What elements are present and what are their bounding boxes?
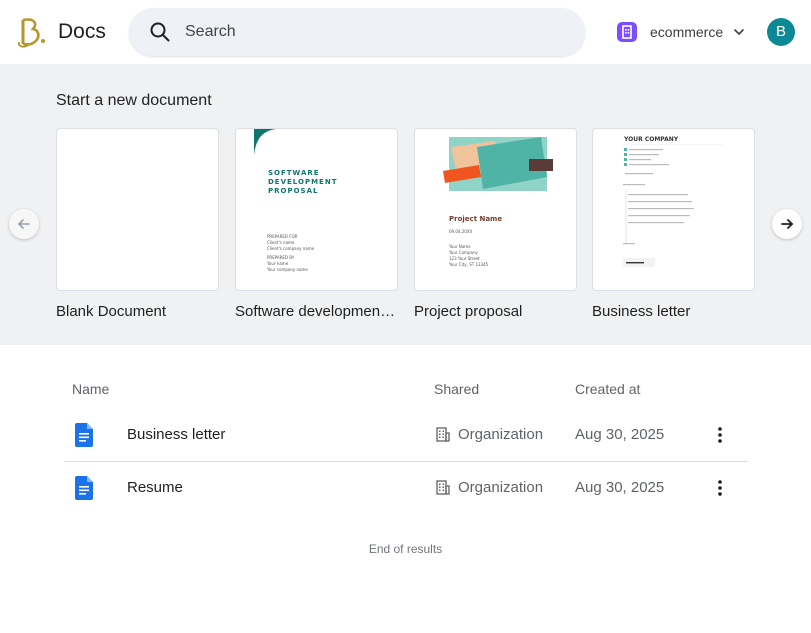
- template-label: Business letter: [592, 303, 691, 320]
- more-vert-icon[interactable]: [710, 476, 730, 500]
- thumb-heading: YOUR COMPANY: [624, 136, 679, 143]
- search-bar[interactable]: [129, 8, 585, 56]
- template-label: Software development proposal: [235, 303, 398, 320]
- template-thumbnail[interactable]: YOUR COMPANY: [592, 128, 755, 291]
- thumb-heading: SOFTWARE DEVELOPMENT PROPOSAL: [268, 169, 338, 195]
- thumb-text: Client's name: [267, 240, 295, 245]
- arrow-right-icon: [781, 219, 794, 229]
- template-thumbnail[interactable]: [56, 128, 219, 291]
- thumb-text: Client's company name: [267, 246, 315, 251]
- doc-icon: [75, 423, 93, 447]
- thumb-text: Your Name: [449, 244, 471, 249]
- search-icon: [150, 22, 170, 42]
- column-header-name[interactable]: Name: [72, 381, 109, 397]
- template-label: Project proposal: [414, 303, 523, 320]
- avatar[interactable]: B: [767, 18, 795, 46]
- template-thumbnail[interactable]: SOFTWARE DEVELOPMENT PROPOSAL PREPARED F…: [235, 128, 398, 291]
- created-date: Aug 30, 2025: [575, 426, 665, 443]
- template-thumbnail[interactable]: Project Name 09.04.20XX Your Name Your C…: [414, 128, 577, 291]
- table-row[interactable]: Resume Organization Aug 30, 2025: [64, 462, 748, 514]
- building-icon: [436, 480, 450, 495]
- logo-icon[interactable]: [14, 14, 48, 50]
- carousel-prev-button[interactable]: [9, 209, 39, 239]
- shared-scope: Organization: [458, 426, 544, 443]
- created-date: Aug 30, 2025: [575, 479, 665, 496]
- more-vert-icon[interactable]: [710, 423, 730, 447]
- thumb-text: Your Company: [449, 250, 478, 255]
- thumb-text: Your name: [267, 261, 289, 266]
- thumb-text: PREPARED FOR: [267, 234, 298, 239]
- arrow-left-icon: [17, 219, 30, 229]
- shared-scope: Organization: [458, 479, 544, 496]
- building-icon: [436, 427, 450, 442]
- table-row[interactable]: Business letter Organization Aug 30, 202…: [64, 409, 748, 461]
- search-input[interactable]: [185, 8, 565, 56]
- thumb-text: 09.04.20XX: [449, 229, 473, 234]
- document-name[interactable]: Business letter: [127, 426, 225, 443]
- workspace-icon: [617, 22, 637, 42]
- end-of-results: End of results: [368, 542, 443, 556]
- chevron-down-icon: [734, 29, 744, 36]
- workspace-name: ecommerce: [650, 24, 724, 40]
- app-header: Docs ecommerce B: [0, 0, 811, 64]
- thumb-text: PREPARED BY: [267, 255, 295, 260]
- thumb-text: Your City, ST 12345: [449, 262, 489, 267]
- thumb-text: Your company name: [267, 267, 308, 272]
- thumb-text: 123 Your Street: [449, 256, 480, 261]
- app-title: Docs: [58, 20, 106, 43]
- workspace-switcher[interactable]: ecommerce: [614, 20, 750, 44]
- template-label: Blank Document: [56, 303, 167, 320]
- doc-icon: [75, 476, 93, 500]
- document-name[interactable]: Resume: [127, 479, 183, 496]
- carousel-next-button[interactable]: [772, 209, 802, 239]
- templates-section: Start a new document Blank Document SOFT…: [0, 64, 811, 345]
- column-header-shared[interactable]: Shared: [434, 381, 479, 397]
- thumb-heading: Project Name: [449, 215, 503, 223]
- column-header-created[interactable]: Created at: [575, 381, 640, 397]
- templates-title: Start a new document: [56, 92, 212, 109]
